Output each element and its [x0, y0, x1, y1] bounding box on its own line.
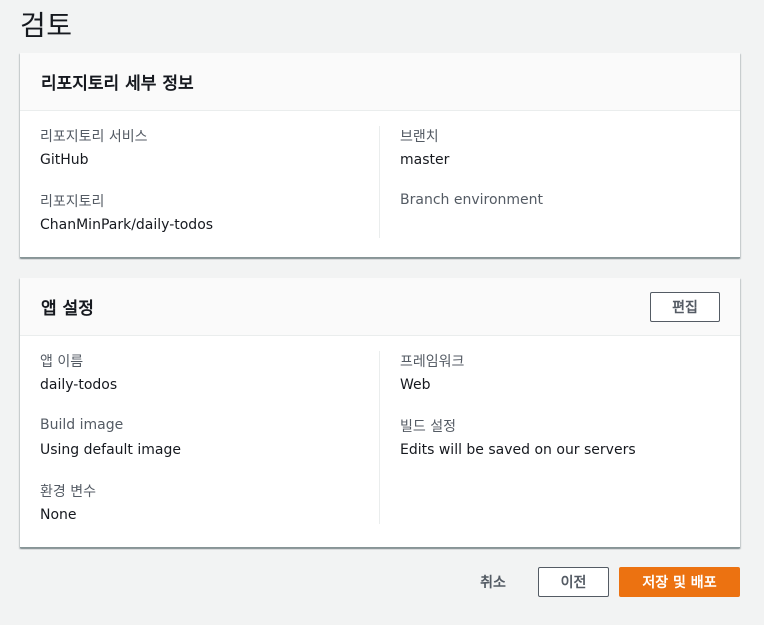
repository-details-panel: 리포지토리 세부 정보 리포지토리 서비스 GitHub 리포지토리 ChanM… [20, 53, 740, 258]
repository-details-title: 리포지토리 세부 정보 [41, 74, 194, 94]
repository-value: ChanMinPark/daily-todos [40, 217, 214, 233]
framework-label: 프레임워크 [400, 354, 465, 370]
app-settings-panel: 앱 설정 편집 앱 이름 daily-todos Build image Usi… [20, 278, 740, 548]
build-image-label: Build image [40, 417, 124, 433]
app-settings-title: 앱 설정 [41, 299, 94, 319]
build-settings-label: 빌드 설정 [400, 419, 456, 435]
branch-environment-label: Branch environment [400, 192, 543, 208]
page-title: 검토 [20, 9, 73, 42]
framework-value: Web [400, 377, 431, 393]
cancel-button[interactable]: 취소 [468, 567, 518, 597]
previous-button[interactable]: 이전 [538, 567, 609, 597]
panel-header: 리포지토리 세부 정보 [20, 53, 740, 111]
repository-service-value: GitHub [40, 152, 89, 168]
column-divider [379, 351, 380, 524]
branch-value: master [400, 152, 450, 168]
build-image-value: Using default image [40, 442, 181, 458]
repository-service-label: 리포지토리 서비스 [40, 129, 148, 145]
environment-variables-value: None [40, 507, 77, 523]
repository-label: 리포지토리 [40, 194, 105, 210]
build-settings-value: Edits will be saved on our servers [400, 442, 636, 458]
app-name-value: daily-todos [40, 377, 118, 393]
edit-button[interactable]: 편집 [650, 292, 720, 322]
app-settings-body: 앱 이름 daily-todos Build image Using defau… [20, 336, 740, 547]
column-divider [379, 126, 380, 238]
app-name-label: 앱 이름 [40, 354, 84, 370]
environment-variables-label: 환경 변수 [40, 484, 96, 500]
review-page: 검토 리포지토리 세부 정보 리포지토리 서비스 GitHub 리포지토리 Ch… [0, 0, 764, 625]
save-and-deploy-button[interactable]: 저장 및 배포 [619, 567, 740, 597]
repository-details-body: 리포지토리 서비스 GitHub 리포지토리 ChanMinPark/daily… [20, 111, 740, 257]
panel-header: 앱 설정 편집 [20, 278, 740, 336]
branch-label: 브랜치 [400, 129, 439, 145]
